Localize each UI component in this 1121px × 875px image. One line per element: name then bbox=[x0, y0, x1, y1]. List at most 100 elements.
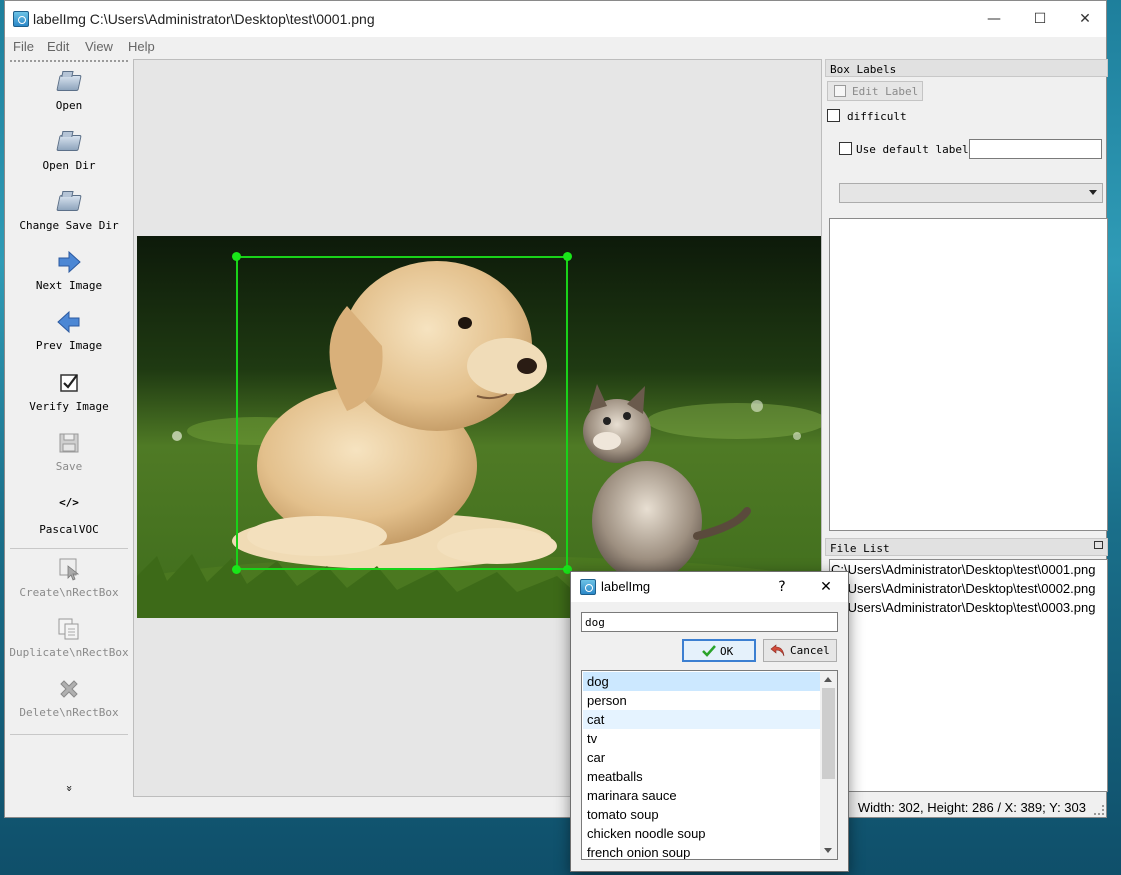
format-label: PascalVOC bbox=[39, 523, 99, 536]
verify-image-button[interactable]: Verify Image bbox=[6, 370, 132, 413]
open-dir-button[interactable]: Open Dir bbox=[6, 129, 132, 172]
save-label: Save bbox=[55, 460, 83, 473]
delete-x-icon bbox=[56, 676, 82, 702]
bbox-handle-bottom-left[interactable] bbox=[232, 565, 241, 574]
puppy-and-kitten-photo[interactable] bbox=[137, 236, 821, 618]
ok-button[interactable]: OK bbox=[682, 639, 756, 662]
ok-label: OK bbox=[720, 645, 734, 658]
edit-pencil-icon bbox=[834, 85, 846, 97]
file-item[interactable]: C:\Users\Administrator\Desktop\test\0002… bbox=[831, 581, 1095, 596]
toolbar-extension-button[interactable]: » bbox=[6, 781, 132, 795]
bounding-box-dog[interactable] bbox=[232, 252, 572, 574]
open-dir-label: Open Dir bbox=[42, 159, 96, 172]
delete-box-label: Delete\nRectBox bbox=[19, 706, 119, 719]
code-tag-icon: </> bbox=[59, 496, 79, 509]
status-text: Width: 302, Height: 286 / X: 389; Y: 303 bbox=[857, 800, 1086, 815]
list-item[interactable]: tomato soup bbox=[583, 805, 820, 824]
arrow-left-icon bbox=[56, 309, 82, 335]
file-list[interactable]: C:\Users\Administrator\Desktop\test\0001… bbox=[829, 559, 1108, 792]
menu-file[interactable]: File bbox=[13, 39, 34, 54]
difficult-label: difficult bbox=[847, 110, 907, 123]
label-input[interactable]: dog bbox=[581, 612, 838, 632]
file-list-dock: File List C:\Users\Administrator\Desktop… bbox=[825, 538, 1108, 794]
app-icon bbox=[580, 579, 596, 595]
open-button[interactable]: Open bbox=[6, 69, 132, 112]
label-list[interactable] bbox=[829, 218, 1108, 531]
label-dropdown[interactable] bbox=[839, 183, 1103, 203]
bbox-handle-top-right[interactable] bbox=[563, 252, 572, 261]
list-item[interactable]: person bbox=[583, 691, 820, 710]
difficult-checkbox[interactable] bbox=[827, 109, 840, 122]
prev-image-button[interactable]: Prev Image bbox=[6, 309, 132, 352]
dialog-title-bar[interactable]: labelImg ? ✕ bbox=[571, 572, 848, 602]
checkmark-icon bbox=[702, 645, 716, 657]
delete-rectbox-button[interactable]: Delete\nRectBox bbox=[6, 676, 132, 719]
open-label: Open bbox=[55, 99, 83, 112]
file-item[interactable]: C:\Users\Administrator\Desktop\test\0001… bbox=[831, 562, 1095, 577]
create-rectbox-button[interactable]: Create\nRectBox bbox=[6, 556, 132, 599]
toolbar-separator bbox=[10, 734, 128, 735]
label-suggestions-list[interactable]: dog person cat tv car meatballs marinara… bbox=[581, 670, 838, 860]
floppy-disk-icon bbox=[56, 430, 82, 456]
checkbox-checked-icon bbox=[56, 370, 82, 396]
list-item[interactable]: cat bbox=[583, 710, 820, 729]
folder-open-icon bbox=[56, 189, 82, 215]
menu-help[interactable]: Help bbox=[128, 39, 155, 54]
use-default-label-checkbox[interactable] bbox=[839, 142, 852, 155]
chevron-down-icon[interactable] bbox=[824, 848, 832, 853]
duplicate-box-label: Duplicate\nRectBox bbox=[9, 646, 129, 659]
dialog-title: labelImg bbox=[601, 579, 651, 594]
next-image-label: Next Image bbox=[35, 279, 103, 292]
arrow-right-icon bbox=[56, 249, 82, 275]
change-save-dir-button[interactable]: Change Save Dir bbox=[6, 189, 132, 232]
float-dock-icon[interactable] bbox=[1094, 541, 1103, 549]
format-pascalvoc-button[interactable]: </> PascalVOC bbox=[6, 493, 132, 536]
menu-view[interactable]: View bbox=[85, 39, 113, 54]
minimize-button[interactable]: — bbox=[971, 7, 1017, 33]
window-title: labelImg C:\Users\Administrator\Desktop\… bbox=[33, 11, 375, 27]
toolbar-separator bbox=[10, 548, 128, 549]
dialog-close-button[interactable]: ✕ bbox=[811, 576, 841, 598]
toolbar: Open Open Dir Change Save Dir Next Image… bbox=[6, 59, 132, 797]
maximize-button[interactable]: ☐ bbox=[1017, 7, 1063, 33]
list-item[interactable]: car bbox=[583, 748, 820, 767]
verify-image-label: Verify Image bbox=[29, 400, 109, 413]
folder-open-icon bbox=[56, 129, 82, 155]
file-list-title-text: File List bbox=[830, 542, 890, 555]
scrollbar[interactable] bbox=[820, 671, 837, 859]
duplicate-rectbox-button[interactable]: Duplicate\nRectBox bbox=[6, 616, 132, 659]
box-labels-title: Box Labels bbox=[825, 59, 1108, 77]
undo-arrow-icon bbox=[770, 644, 785, 657]
create-box-icon bbox=[56, 556, 82, 582]
close-button[interactable]: ✕ bbox=[1062, 7, 1108, 33]
title-bar[interactable]: labelImg C:\Users\Administrator\Desktop\… bbox=[5, 1, 1106, 37]
edit-label-text: Edit Label bbox=[852, 85, 919, 98]
change-save-dir-label: Change Save Dir bbox=[19, 219, 119, 232]
next-image-button[interactable]: Next Image bbox=[6, 249, 132, 292]
resize-grip-icon[interactable] bbox=[1094, 805, 1104, 815]
label-dialog: labelImg ? ✕ dog OK Cancel dog person ca… bbox=[570, 571, 849, 872]
chevron-double-down-icon: » bbox=[62, 785, 76, 792]
cancel-button[interactable]: Cancel bbox=[763, 639, 837, 662]
help-button[interactable]: ? bbox=[767, 576, 797, 598]
list-item[interactable]: tv bbox=[583, 729, 820, 748]
menu-edit[interactable]: Edit bbox=[47, 39, 69, 54]
default-label-input[interactable] bbox=[969, 139, 1102, 159]
list-item[interactable]: chicken noodle soup bbox=[583, 824, 820, 843]
main-window: labelImg C:\Users\Administrator\Desktop\… bbox=[4, 0, 1108, 818]
folder-open-icon bbox=[56, 69, 82, 95]
file-list-title: File List bbox=[825, 538, 1108, 556]
chevron-up-icon[interactable] bbox=[824, 677, 832, 682]
edit-label-button[interactable]: Edit Label bbox=[827, 81, 923, 101]
bbox-handle-top-left[interactable] bbox=[232, 252, 241, 261]
scrollbar-thumb[interactable] bbox=[822, 688, 835, 779]
list-item[interactable]: marinara sauce bbox=[583, 786, 820, 805]
list-item[interactable]: dog bbox=[583, 672, 820, 691]
prev-image-label: Prev Image bbox=[35, 339, 103, 352]
save-button[interactable]: Save bbox=[6, 430, 132, 473]
list-item[interactable]: meatballs bbox=[583, 767, 820, 786]
file-item[interactable]: C:\Users\Administrator\Desktop\test\0003… bbox=[831, 600, 1095, 615]
list-item[interactable]: french onion soup bbox=[583, 843, 820, 859]
app-icon bbox=[13, 11, 29, 27]
create-box-label: Create\nRectBox bbox=[19, 586, 119, 599]
